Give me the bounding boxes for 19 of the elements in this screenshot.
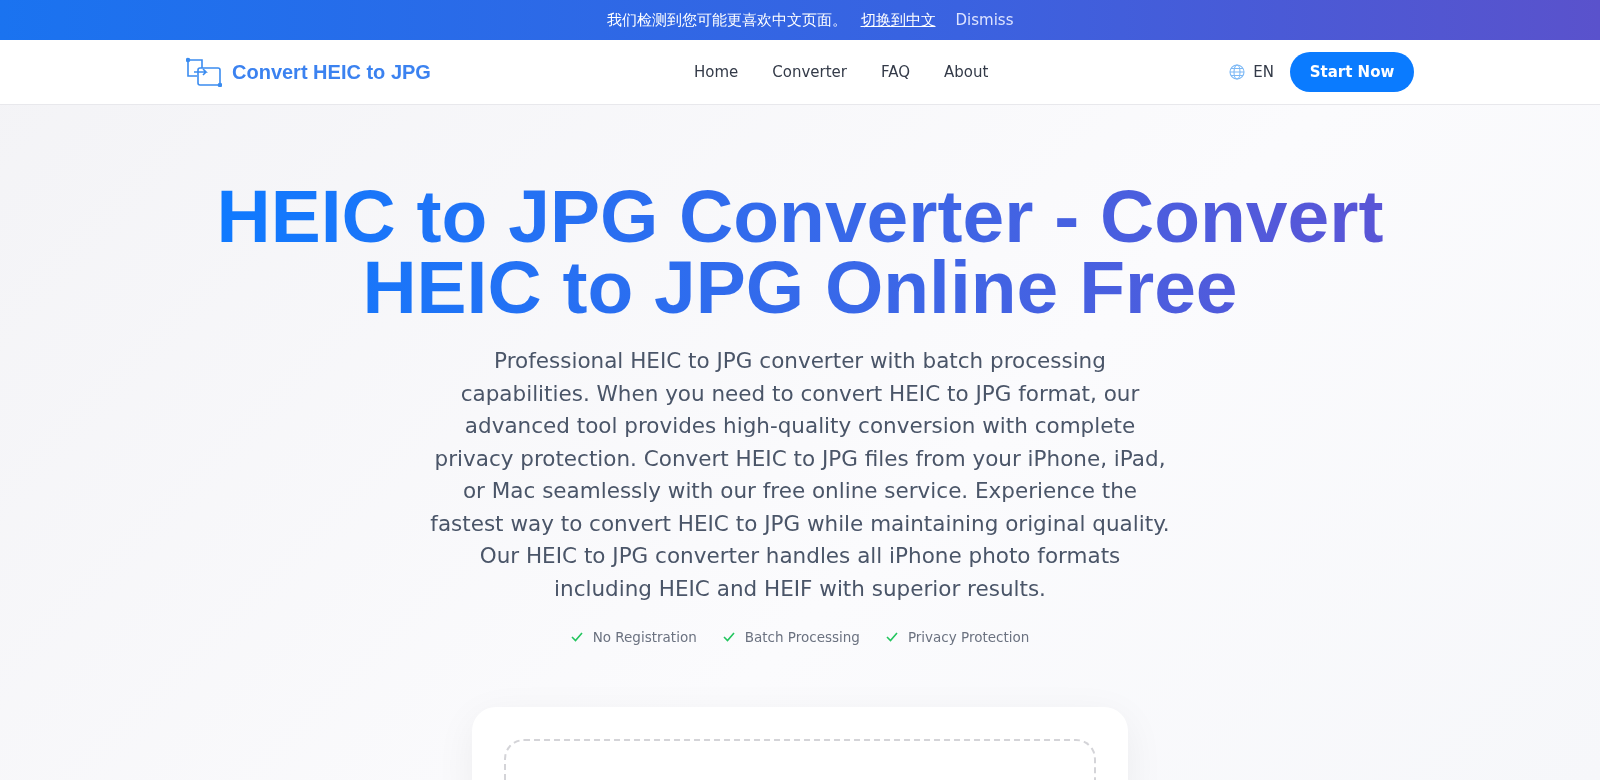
check-icon bbox=[885, 632, 898, 642]
nav-link[interactable]: About bbox=[944, 63, 989, 81]
nav-link[interactable]: Home bbox=[694, 63, 739, 81]
feature-label: Privacy Protection bbox=[907, 629, 1030, 645]
nav-link[interactable]: FAQ bbox=[881, 63, 911, 81]
dismiss-button[interactable]: Dismiss bbox=[949, 11, 1014, 29]
banner-message: 我们检测到您可能更喜欢中文页面。 bbox=[606, 10, 847, 30]
start-now-button[interactable]: Start Now bbox=[1290, 52, 1414, 92]
nav-link[interactable]: Converter bbox=[772, 63, 847, 81]
feature-label: No Registration bbox=[592, 629, 697, 645]
check-icon bbox=[722, 632, 735, 642]
language-selector[interactable]: EN bbox=[1253, 63, 1274, 81]
check-icon bbox=[570, 632, 583, 642]
switch-language-link[interactable]: 切换到中文 bbox=[860, 10, 936, 30]
logo-icon bbox=[186, 57, 222, 87]
globe-icon[interactable] bbox=[1229, 64, 1246, 80]
hero-description: Professional HEIC to JPG converter with batch processing capabilities. When you need to convert HEIC to JPG format, our advanced tool provides high-quality conversion with complete privacy protection. Convert HEIC to JPG files from your iPhone, iPad, or Mac seamlessly with our free online service. Experience the fastest way to convert HEIC to JPG while maintaining original quality. Our HEIC to JPG converter handles all iPhone photo formats including HEIC and HEIF with superior results. bbox=[430, 347, 1170, 603]
logo-text[interactable]: Convert HEIC to JPG bbox=[232, 60, 431, 84]
feature-label: Batch Processing bbox=[744, 629, 860, 645]
